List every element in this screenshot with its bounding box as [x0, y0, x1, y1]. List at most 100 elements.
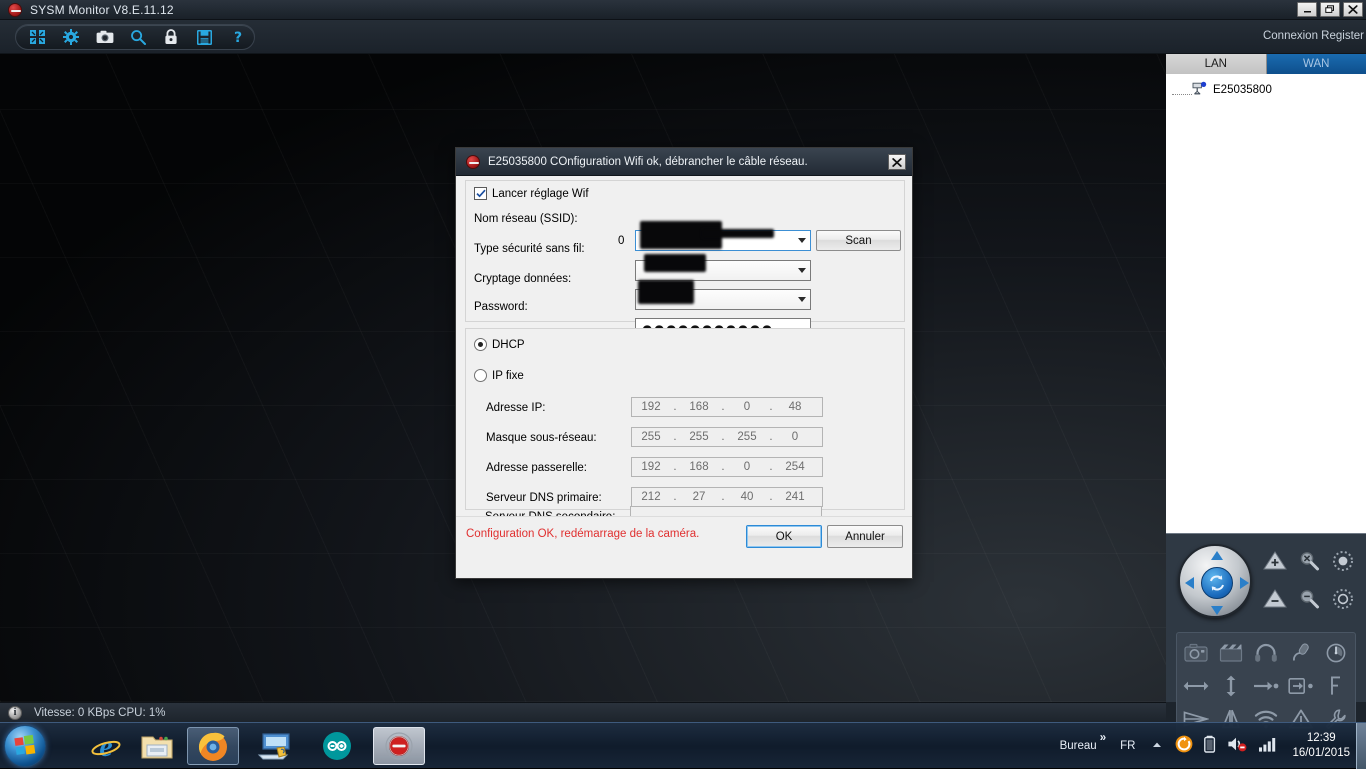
tab-wan[interactable]: WAN [1267, 54, 1366, 74]
search-icon[interactable] [122, 26, 153, 48]
internet-explorer-icon[interactable]: e [80, 727, 132, 765]
remote-desktop-icon[interactable] [249, 727, 301, 765]
battery-icon[interactable] [1204, 735, 1216, 758]
clock-date: 16/01/2015 [1292, 746, 1350, 761]
ssid-count: 0 [618, 235, 624, 247]
right-side-panel: LAN WAN E25035800 [1166, 54, 1366, 702]
ptz-up-arrow-icon[interactable] [1211, 551, 1223, 560]
subnet-mask-input[interactable]: 255 . 255 . 255 . 0 [631, 427, 823, 447]
octet: 40 [728, 491, 766, 503]
octet-separator: . [670, 491, 680, 503]
vertical-scan-icon[interactable] [1214, 670, 1249, 703]
ptz-down-arrow-icon[interactable] [1211, 606, 1223, 615]
tilt-up-icon[interactable] [1258, 544, 1292, 578]
chevron-down-icon [798, 297, 806, 302]
tab-lan[interactable]: LAN [1166, 54, 1267, 74]
scan-button[interactable]: Scan [816, 230, 901, 251]
ptz-right-arrow-icon[interactable] [1240, 577, 1249, 589]
chevron-down-icon [798, 268, 806, 273]
octet-separator: . [670, 401, 680, 413]
octet: 241 [776, 491, 814, 503]
ptz-joystick[interactable] [1178, 544, 1252, 618]
dialog-close-button[interactable] [888, 154, 906, 170]
snapshot-icon[interactable] [1179, 637, 1214, 670]
clock[interactable]: 12:39 16/01/2015 [1292, 731, 1350, 761]
bracket-icon[interactable] [1318, 670, 1353, 703]
subnet-mask-label: Masque sous-réseau: [486, 432, 597, 444]
password-label: Password: [474, 301, 528, 313]
volume-muted-icon[interactable] [1227, 735, 1247, 758]
ip-address-input[interactable]: 192 . 168 . 0 . 48 [631, 397, 823, 417]
tree-connector [1172, 94, 1192, 95]
octet: 255 [632, 431, 670, 443]
sysm-monitor-icon[interactable] [373, 727, 425, 765]
arduino-icon[interactable] [311, 727, 363, 765]
headphones-icon[interactable] [1249, 637, 1284, 670]
goto-preset-icon[interactable] [1249, 670, 1284, 703]
microphone-icon[interactable] [1283, 637, 1318, 670]
octet-separator: . [766, 461, 776, 473]
enable-wifi-setup-checkbox[interactable]: Lancer réglage Wif [474, 187, 589, 200]
octet: 0 [728, 401, 766, 413]
show-desktop-button[interactable] [1356, 723, 1366, 769]
record-clip-icon[interactable] [1214, 637, 1249, 670]
save-icon[interactable] [189, 26, 220, 48]
power-timer-icon[interactable] [1318, 637, 1353, 670]
status-bar-text: Vitesse: 0 KBps CPU: 1% [34, 707, 165, 719]
language-indicator[interactable]: FR [1120, 740, 1135, 752]
octet-separator: . [718, 491, 728, 503]
octet: 27 [680, 491, 718, 503]
dialog-logo-icon [466, 155, 480, 169]
iris-open-icon[interactable] [1326, 544, 1360, 578]
dhcp-radio[interactable]: DHCP [474, 338, 525, 351]
ssid-label: Nom réseau (SSID): [474, 213, 578, 225]
chevron-down-icon [798, 238, 806, 243]
encryption-redaction [638, 280, 694, 304]
device-tree: E25035800 [1166, 74, 1366, 534]
layout-icon[interactable] [22, 26, 53, 48]
help-icon[interactable]: ? [223, 26, 254, 48]
security-type-redaction [644, 254, 706, 272]
octet: 168 [680, 461, 718, 473]
network-signal-icon[interactable] [1258, 735, 1278, 758]
windows-start-icon[interactable] [4, 725, 46, 767]
list-item[interactable]: E25035800 [1166, 81, 1366, 99]
iris-close-icon[interactable] [1326, 582, 1360, 616]
octet: 254 [776, 461, 814, 473]
zoom-in-icon[interactable] [1292, 544, 1326, 578]
update-icon[interactable] [1175, 735, 1193, 758]
desktop-peek-label[interactable]: Bureau [1060, 740, 1097, 752]
restore-button[interactable] [1320, 2, 1340, 17]
gateway-input[interactable]: 192 . 168 . 0 . 254 [631, 457, 823, 477]
file-explorer-icon[interactable] [131, 727, 183, 765]
tilt-down-icon[interactable] [1258, 582, 1292, 616]
chevron-up-icon[interactable] [1151, 737, 1163, 755]
main-toolbar: ? [0, 20, 1366, 54]
ip-address-label: Adresse IP: [486, 402, 545, 414]
octet-separator: . [766, 431, 776, 443]
horizontal-scan-icon[interactable] [1179, 670, 1214, 703]
cancel-button[interactable]: Annuler [827, 525, 903, 548]
encryption-row: Cryptage données: [474, 268, 571, 290]
tray-overflow-label[interactable]: » [1100, 732, 1106, 744]
dns-primary-input[interactable]: 212 . 27 . 40 . 241 [631, 487, 823, 507]
tree-item-label: E25035800 [1213, 84, 1272, 96]
zoom-out-icon[interactable] [1292, 582, 1326, 616]
static-ip-radio[interactable]: IP fixe [474, 369, 524, 382]
set-preset-icon[interactable] [1283, 670, 1318, 703]
ok-button[interactable]: OK [746, 525, 822, 548]
dialog-title-bar: E25035800 COnfiguration Wifi ok, débranc… [456, 148, 912, 176]
camera-icon[interactable] [89, 26, 120, 48]
ptz-control-area [1166, 534, 1366, 630]
minimize-button[interactable] [1297, 2, 1317, 17]
gear-icon[interactable] [55, 26, 86, 48]
svg-text:e: e [99, 731, 112, 761]
firefox-icon[interactable] [187, 727, 239, 765]
ssid-redaction-tail [702, 229, 774, 238]
ptz-left-arrow-icon[interactable] [1185, 577, 1194, 589]
lock-icon[interactable] [156, 26, 187, 48]
close-button[interactable] [1343, 2, 1363, 17]
window-title: SYSM Monitor V8.E.11.12 [30, 3, 174, 17]
ptz-refresh-icon[interactable] [1201, 567, 1233, 599]
window-title-bar: SYSM Monitor V8.E.11.12 [0, 0, 1366, 20]
